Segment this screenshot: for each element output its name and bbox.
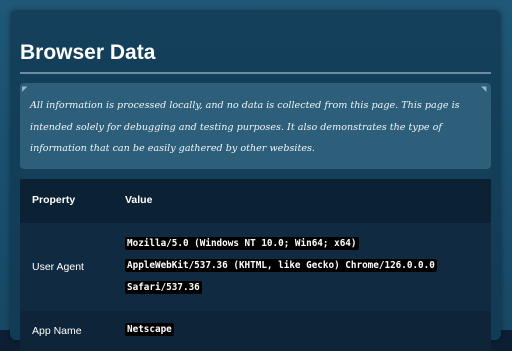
notice-corner-right-icon: ◥ xyxy=(481,85,487,93)
user-agent-line-2: AppleWebKit/537.36 (KHTML, like Gecko) C… xyxy=(125,259,437,272)
notice-corner-left-icon: ◤ xyxy=(22,85,28,93)
user-agent-value[interactable]: Mozilla/5.0 (Windows NT 10.0; Win64; x64… xyxy=(125,237,485,303)
page-title: Browser Data xyxy=(20,41,156,64)
column-header-value: Value xyxy=(125,194,153,206)
title-divider xyxy=(20,72,491,74)
browser-data-card: Browser Data ◤ ◥ All information is proc… xyxy=(10,10,501,351)
user-agent-label: User Agent xyxy=(32,261,84,273)
privacy-notice: ◤ ◥ All information is processed locally… xyxy=(20,83,491,169)
table-row-app-name: App Name Netscape xyxy=(20,311,491,351)
user-agent-line-1: Mozilla/5.0 (Windows NT 10.0; Win64; x64… xyxy=(125,237,359,250)
table-header-row: Property Value xyxy=(20,179,491,223)
app-name-value[interactable]: Netscape xyxy=(125,323,174,336)
browser-data-table: Property Value User Agent Mozilla/5.0 (W… xyxy=(20,169,491,351)
page-background: Browser Data ◤ ◥ All information is proc… xyxy=(0,0,512,351)
user-agent-line-3: Safari/537.36 xyxy=(125,281,202,294)
app-name-label: App Name xyxy=(32,325,82,337)
column-header-property: Property xyxy=(32,194,76,206)
privacy-notice-text: All information is processed locally, an… xyxy=(30,100,460,154)
table-row-user-agent: User Agent Mozilla/5.0 (Windows NT 10.0;… xyxy=(20,223,491,311)
